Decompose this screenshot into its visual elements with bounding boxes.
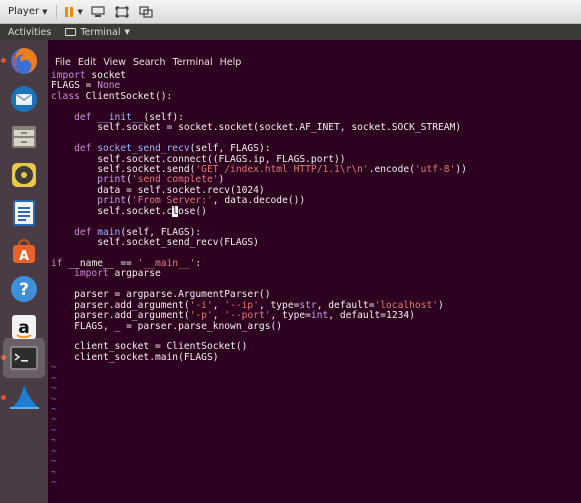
empty-buffer-line: ~ bbox=[51, 383, 57, 395]
code-line: self.socket_send_recv(FLAGS) bbox=[51, 237, 259, 248]
menu-help[interactable]: Help bbox=[220, 57, 242, 71]
pause-button[interactable]: ▼ bbox=[64, 6, 83, 17]
running-indicator bbox=[1, 58, 6, 63]
menu-view[interactable]: View bbox=[103, 57, 126, 71]
code-line: client_socket.main(FLAGS) bbox=[51, 351, 219, 363]
launcher-item-wireshark[interactable] bbox=[7, 380, 41, 414]
svg-text:A: A bbox=[19, 249, 29, 264]
svg-text:?: ? bbox=[19, 280, 29, 300]
launcher-item-terminal[interactable] bbox=[3, 338, 45, 378]
launcher-item-software[interactable]: A bbox=[7, 234, 41, 268]
empty-buffer-line: ~ bbox=[51, 393, 57, 405]
code-line: parser.add_argument('-p', '--port', type… bbox=[51, 310, 415, 322]
rhythmbox-icon bbox=[12, 163, 36, 187]
app-menu[interactable]: Terminal ▼ bbox=[65, 27, 130, 38]
top-panel: Activities Terminal ▼ bbox=[0, 24, 581, 40]
text-cursor: l bbox=[172, 205, 179, 217]
player-menu-label: Player bbox=[8, 6, 40, 17]
libreoffice-writer-icon bbox=[13, 200, 35, 226]
empty-buffer-line: ~ bbox=[51, 445, 57, 457]
running-indicator bbox=[1, 395, 6, 400]
empty-buffer-line: ~ bbox=[51, 477, 57, 489]
unity-mode-icon[interactable] bbox=[139, 5, 153, 18]
code-line: class ClientSocket(): bbox=[51, 90, 173, 102]
menu-edit[interactable]: Edit bbox=[78, 57, 96, 71]
chevron-down-icon: ▼ bbox=[42, 7, 48, 16]
activities-button[interactable]: Activities bbox=[8, 27, 51, 38]
menu-file[interactable]: File bbox=[55, 57, 71, 71]
firefox-icon bbox=[11, 48, 37, 74]
chevron-down-icon: ▼ bbox=[77, 7, 83, 16]
software-center-icon: A bbox=[13, 239, 35, 264]
empty-buffer-line: ~ bbox=[51, 466, 57, 478]
launcher: A ? a bbox=[0, 40, 48, 503]
toolbar-divider bbox=[55, 4, 57, 19]
files-icon bbox=[12, 126, 36, 148]
app-menu-label: Terminal bbox=[80, 26, 121, 38]
launcher-item-writer[interactable] bbox=[7, 196, 41, 230]
menu-terminal[interactable]: Terminal bbox=[173, 57, 213, 71]
terminal-menubar: File Edit View Search Terminal Help bbox=[48, 57, 241, 71]
empty-buffer-line: ~ bbox=[51, 435, 57, 447]
terminal-icon bbox=[65, 28, 77, 36]
code-line: import socket bbox=[51, 70, 127, 81]
launcher-item-help[interactable]: ? bbox=[7, 272, 41, 306]
launcher-item-thunderbird[interactable] bbox=[7, 82, 41, 116]
empty-buffer-line: ~ bbox=[51, 404, 57, 415]
svg-text:a: a bbox=[18, 318, 29, 338]
empty-buffer-line: ~ bbox=[51, 372, 57, 384]
empty-buffer-line: ~ bbox=[51, 362, 57, 374]
menu-search[interactable]: Search bbox=[133, 57, 166, 71]
empty-buffer-line: ~ bbox=[51, 424, 57, 436]
launcher-item-files[interactable] bbox=[7, 120, 41, 154]
terminal-icon bbox=[10, 346, 38, 370]
vm-player-toolbar: Player ▼ ▼ bbox=[0, 0, 581, 24]
launcher-item-rhythmbox[interactable] bbox=[7, 158, 41, 192]
player-menu[interactable]: Player ▼ bbox=[8, 6, 48, 17]
pause-icon bbox=[64, 6, 73, 17]
code-line: def socket_send_recv(self, FLAGS): bbox=[74, 143, 271, 155]
empty-buffer-line: ~ bbox=[51, 414, 57, 426]
chevron-down-icon: ▼ bbox=[124, 28, 130, 36]
terminal-content[interactable]: import socket FLAGS = None class ClientSoc… bbox=[51, 70, 581, 503]
wireshark-icon bbox=[10, 385, 39, 409]
send-ctrl-alt-del-icon[interactable] bbox=[91, 5, 105, 18]
code-line: FLAGS, _ = parser.parse_known_args() bbox=[51, 320, 283, 332]
code-line: self.socket = socket.socket(socket.AF_IN… bbox=[51, 122, 462, 134]
thunderbird-icon bbox=[11, 86, 37, 112]
code-line: import argparse bbox=[74, 268, 161, 280]
fit-guest-icon[interactable] bbox=[115, 6, 129, 18]
launcher-item-firefox[interactable] bbox=[7, 44, 41, 78]
terminal-window[interactable]: File Edit View Search Terminal Help impo… bbox=[48, 40, 581, 503]
help-icon: ? bbox=[11, 276, 37, 302]
empty-buffer-line: ~ bbox=[51, 456, 57, 468]
code-line: self.socket.close() bbox=[51, 205, 207, 217]
